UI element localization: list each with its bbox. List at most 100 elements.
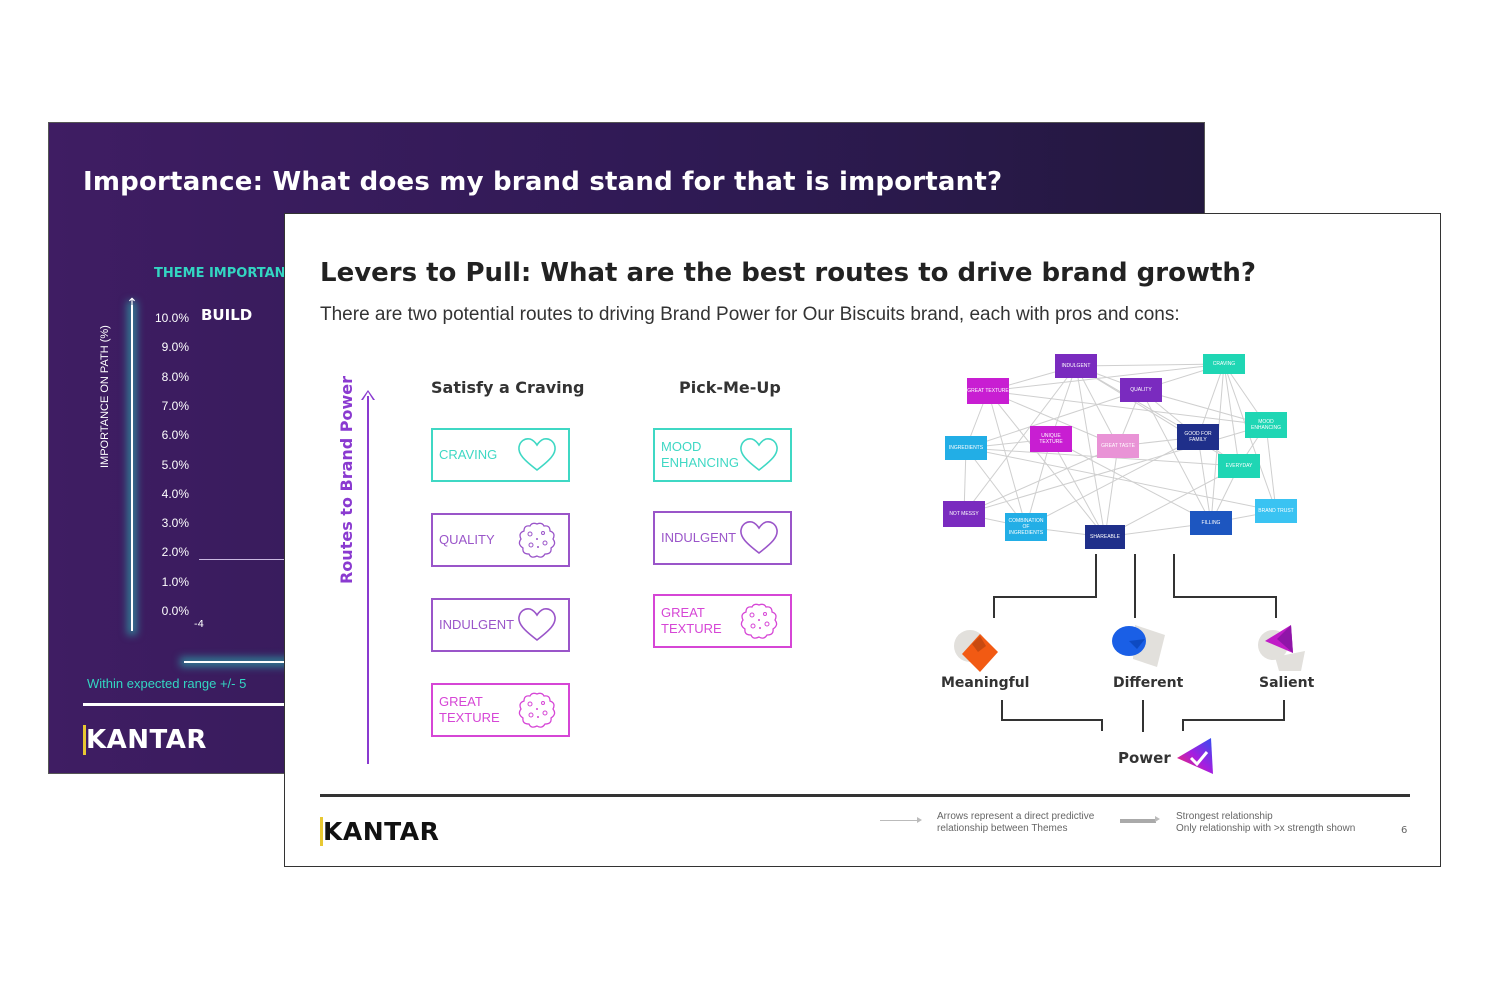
heart-icon — [516, 436, 558, 474]
legend-strong-line1: Strongest relationship — [1176, 811, 1273, 822]
heart-icon — [516, 606, 558, 644]
kantar-logo: KANTAR — [83, 725, 207, 755]
y-tick-label: 7.0% — [161, 398, 189, 413]
y-tick-label: 5.0% — [161, 457, 189, 472]
theme-label-line1: INDULGENT — [439, 617, 515, 632]
theme-box-craving: CRAVING — [431, 428, 570, 482]
theme-box-great-texture: GREAT TEXTURE — [653, 594, 792, 648]
legend-arrow-note-line2: relationship between Themes — [937, 823, 1068, 834]
back-slide-title: Importance: What does my brand stand for… — [83, 167, 1003, 197]
theme-label-line2: TEXTURE — [661, 621, 722, 636]
network-link — [987, 363, 1225, 392]
front-slide-title: Levers to Pull: What are the best routes… — [320, 258, 1256, 288]
connector-line — [1101, 719, 1103, 731]
network-node-unique-texture: UNIQUE TEXTURE — [1030, 426, 1072, 452]
connector-line — [1001, 700, 1003, 720]
network-node-great-texture: GREAT TEXTURE — [967, 378, 1009, 404]
heart-icon — [738, 436, 780, 474]
theme-label: MOOD ENHANCING — [661, 439, 739, 471]
route-heading-satisfy-craving: Satisfy a Craving — [431, 378, 585, 397]
theme-label-line1: CRAVING — [439, 447, 498, 462]
theme-label-line1: MOOD — [661, 439, 702, 454]
connector-line — [1283, 700, 1285, 720]
front-slide: Levers to Pull: What are the best routes… — [284, 213, 1441, 867]
y-tick-label: 6.0% — [161, 428, 189, 443]
connector-line — [1134, 554, 1136, 618]
y-axis-label: IMPORTANCE ON PATH (%) — [99, 325, 111, 468]
connector-line — [993, 596, 1097, 598]
y-tick-label: 9.0% — [161, 340, 189, 355]
network-node-shareable: SHAREABLE — [1085, 525, 1125, 549]
network-node-everyday: EVERYDAY — [1218, 454, 1260, 478]
network-node-ingredients: INGREDIENTS — [945, 436, 987, 460]
y-tick-label: 1.0% — [161, 574, 189, 589]
footer-divider — [83, 703, 293, 706]
network-node-not-messy: NOT MESSY — [943, 501, 985, 527]
theme-label: INDULGENT — [439, 617, 517, 633]
connector-line — [1275, 596, 1277, 618]
footer-divider — [320, 794, 1410, 797]
quadrant-label-build: BUILD — [201, 306, 253, 324]
page-number: 6 — [1401, 825, 1408, 836]
x-axis-tick: -4 — [194, 619, 204, 630]
theme-box-indulgent: INDULGENT — [653, 511, 792, 565]
arrow-up-icon: ↑ — [126, 296, 138, 312]
driver-label-different: Different — [1113, 675, 1184, 691]
connector-line — [1182, 719, 1285, 721]
driver-label-meaningful: Meaningful — [941, 675, 1030, 691]
salient-icon — [1258, 625, 1305, 671]
heart-icon — [738, 519, 780, 557]
network-node-good-for-family: GOOD FOR FAMILY — [1177, 424, 1219, 450]
front-slide-subtitle: There are two potential routes to drivin… — [320, 304, 1180, 325]
kantar-logo: KANTAR — [320, 817, 440, 846]
network-link — [1104, 445, 1119, 538]
cookie-icon — [516, 691, 558, 729]
different-icon — [1112, 625, 1165, 667]
network-link — [1075, 363, 1225, 367]
theme-label-line1: GREAT — [439, 694, 483, 709]
x-axis-arrow — [184, 661, 294, 663]
range-note: Within expected range +/- 5 — [87, 676, 247, 691]
theme-box-mood-enhancing: MOOD ENHANCING — [653, 428, 792, 482]
network-node-mood-enhancing: MOOD ENHANCING — [1245, 412, 1287, 438]
legend-strong-note: Strongest relationship Only relationship… — [1176, 811, 1355, 835]
legend-arrow-note-line1: Arrows represent a direct predictive — [937, 811, 1095, 822]
theme-label-line1: INDULGENT — [661, 530, 737, 545]
connector-line — [1001, 719, 1103, 721]
theme-box-quality: QUALITY — [431, 513, 570, 567]
y-tick-label: 8.0% — [161, 369, 189, 384]
theme-label: GREAT TEXTURE — [439, 694, 517, 726]
connector-line — [1182, 719, 1184, 731]
y-tick-label: 2.0% — [161, 545, 189, 560]
network-node-quality: QUALITY — [1120, 378, 1162, 402]
theme-label-line1: QUALITY — [439, 532, 495, 547]
legend-strong-line2: Only relationship with >x strength shown — [1176, 823, 1356, 834]
power-icon — [1177, 738, 1213, 774]
driver-label-salient: Salient — [1259, 675, 1315, 691]
routes-axis-label: Routes to Brand Power — [337, 375, 356, 584]
routes-axis-line — [367, 396, 369, 764]
theme-label: INDULGENT — [661, 530, 739, 546]
theme-box-great-texture: GREAT TEXTURE — [431, 683, 570, 737]
theme-label-line2: TEXTURE — [439, 710, 500, 725]
theme-box-indulgent: INDULGENT — [431, 598, 570, 652]
network-node-filling: FILLING — [1190, 511, 1232, 535]
reference-line — [199, 559, 289, 560]
driver-label-power: Power — [1118, 749, 1171, 767]
y-tick-label: 4.0% — [161, 486, 189, 501]
connector-line — [1173, 554, 1175, 596]
connector-line — [1095, 554, 1097, 596]
y-tick-label: 0.0% — [161, 604, 189, 618]
theme-label-line1: GREAT — [661, 605, 705, 620]
legend-arrow-note: Arrows represent a direct predictive rel… — [937, 811, 1094, 835]
network-node-combination: COMBINATION OF INGREDIENTS — [1005, 513, 1047, 541]
connector-line — [1173, 596, 1277, 598]
kantar-logo-text: KANTAR — [83, 725, 207, 755]
network-node-craving: CRAVING — [1203, 354, 1245, 374]
theme-label-line2: ENHANCING — [661, 455, 740, 470]
theme-label: GREAT TEXTURE — [661, 605, 739, 637]
network-node-brand-trust: BRAND TRUST — [1255, 499, 1297, 523]
route-heading-pick-me-up: Pick-Me-Up — [679, 378, 781, 397]
cookie-icon — [516, 521, 558, 559]
y-tick-label: 10.0% — [154, 311, 189, 325]
